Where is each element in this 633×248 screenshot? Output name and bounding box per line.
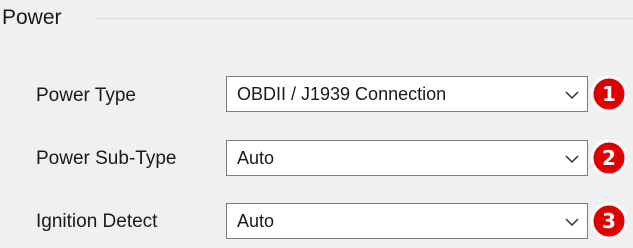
step-badge-number: 2 <box>602 146 616 170</box>
chevron-down-icon[interactable] <box>563 150 581 166</box>
power-type-value: OBDII / J1939 Connection <box>237 84 447 104</box>
power-sub-type-label: Power Sub-Type <box>36 148 177 169</box>
power-group-panel: Power Power Type OBDII / J1939 Connectio… <box>0 0 633 248</box>
step-badge-number: 1 <box>602 82 616 106</box>
ignition-detect-value: Auto <box>237 211 275 231</box>
power-type-dropdown[interactable]: OBDII / J1939 Connection <box>226 76 588 112</box>
ignition-detect-label: Ignition Detect <box>36 211 158 232</box>
group-border <box>96 18 633 19</box>
chevron-down-icon[interactable] <box>563 86 581 102</box>
power-sub-type-value: Auto <box>237 148 275 168</box>
step-badge-3: 3 <box>590 202 628 240</box>
group-title: Power <box>2 6 66 30</box>
step-badge-1: 1 <box>590 75 628 113</box>
power-sub-type-dropdown[interactable]: Auto <box>226 140 588 176</box>
power-type-label: Power Type <box>36 85 136 106</box>
step-badge-number: 3 <box>602 209 616 233</box>
ignition-detect-dropdown[interactable]: Auto <box>226 203 588 239</box>
step-badge-2: 2 <box>590 139 628 177</box>
chevron-down-icon[interactable] <box>563 213 581 229</box>
